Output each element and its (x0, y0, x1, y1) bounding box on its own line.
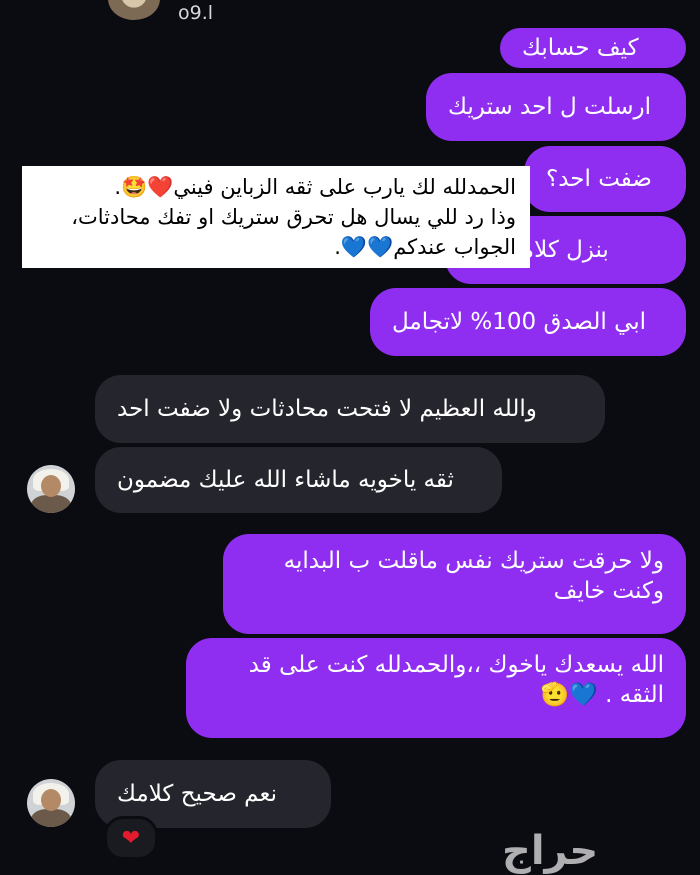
watermark-logo: حراج (502, 828, 599, 874)
heart-reaction-icon[interactable]: ❤ (104, 816, 158, 860)
message-bubble-outgoing[interactable]: ولا حرقت ستريك نفس ماقلت ب البدايه وكنت … (223, 534, 686, 634)
message-text: ضفت احد؟ (546, 166, 652, 192)
back-arrow-icon[interactable] (52, 0, 74, 8)
header-avatar[interactable] (108, 0, 160, 20)
message-text-line: وكنت خايف (553, 578, 664, 604)
message-text-line: الثقه . 💙🫡 (540, 682, 664, 708)
header-username[interactable]: o9.l (178, 2, 213, 24)
overlay-line-3: الجواب عندكم💙💙. (334, 235, 516, 259)
info-icon[interactable] (540, 0, 574, 12)
flag-icon[interactable] (632, 0, 666, 12)
overlay-caption: الحمدلله لك يارب على ثقه الزباين فيني❤️🤩… (22, 166, 530, 268)
message-bubble-outgoing[interactable]: الله يسعدك ياخوك ،،والحمدلله كنت على قد … (186, 638, 686, 738)
message-bubble-incoming[interactable]: ثقه ياخويه ماشاء الله عليك مضمون (95, 447, 502, 513)
contact-avatar[interactable] (27, 779, 75, 827)
message-text-line: ولا حرقت ستريك نفس ماقلت ب البدايه (283, 548, 664, 574)
message-text: ارسلت ل احد ستريك (448, 94, 651, 120)
message-text: والله العظيم لا فتحت محادثات ولا ضفت احد (117, 396, 537, 422)
contact-avatar[interactable] (27, 465, 75, 513)
message-bubble-outgoing[interactable]: ضفت احد؟ (524, 146, 686, 212)
overlay-line-2: وذا رد للي يسال هل تحرق ستريك او تفك محا… (71, 205, 516, 229)
message-bubble-outgoing[interactable]: ابي الصدق 100% لاتجامل (370, 288, 686, 356)
message-bubble-outgoing[interactable]: كيف حسابك (500, 28, 686, 68)
message-text: ابي الصدق 100% لاتجامل (392, 309, 647, 335)
message-text: ثقه ياخويه ماشاء الله عليك مضمون (117, 467, 454, 493)
voice-call-icon[interactable] (470, 0, 504, 12)
video-call-icon[interactable] (380, 0, 414, 12)
message-bubble-outgoing[interactable]: ارسلت ل احد ستريك (426, 73, 686, 141)
message-text-line: الله يسعدك ياخوك ،،والحمدلله كنت على قد (248, 652, 664, 678)
overlay-line-1: الحمدلله لك يارب على ثقه الزباين فيني❤️🤩… (114, 175, 516, 199)
message-bubble-incoming[interactable]: والله العظيم لا فتحت محادثات ولا ضفت احد (95, 375, 605, 443)
message-text: نعم صحيح كلامك (117, 781, 277, 807)
message-text: كيف حسابك (522, 35, 639, 61)
